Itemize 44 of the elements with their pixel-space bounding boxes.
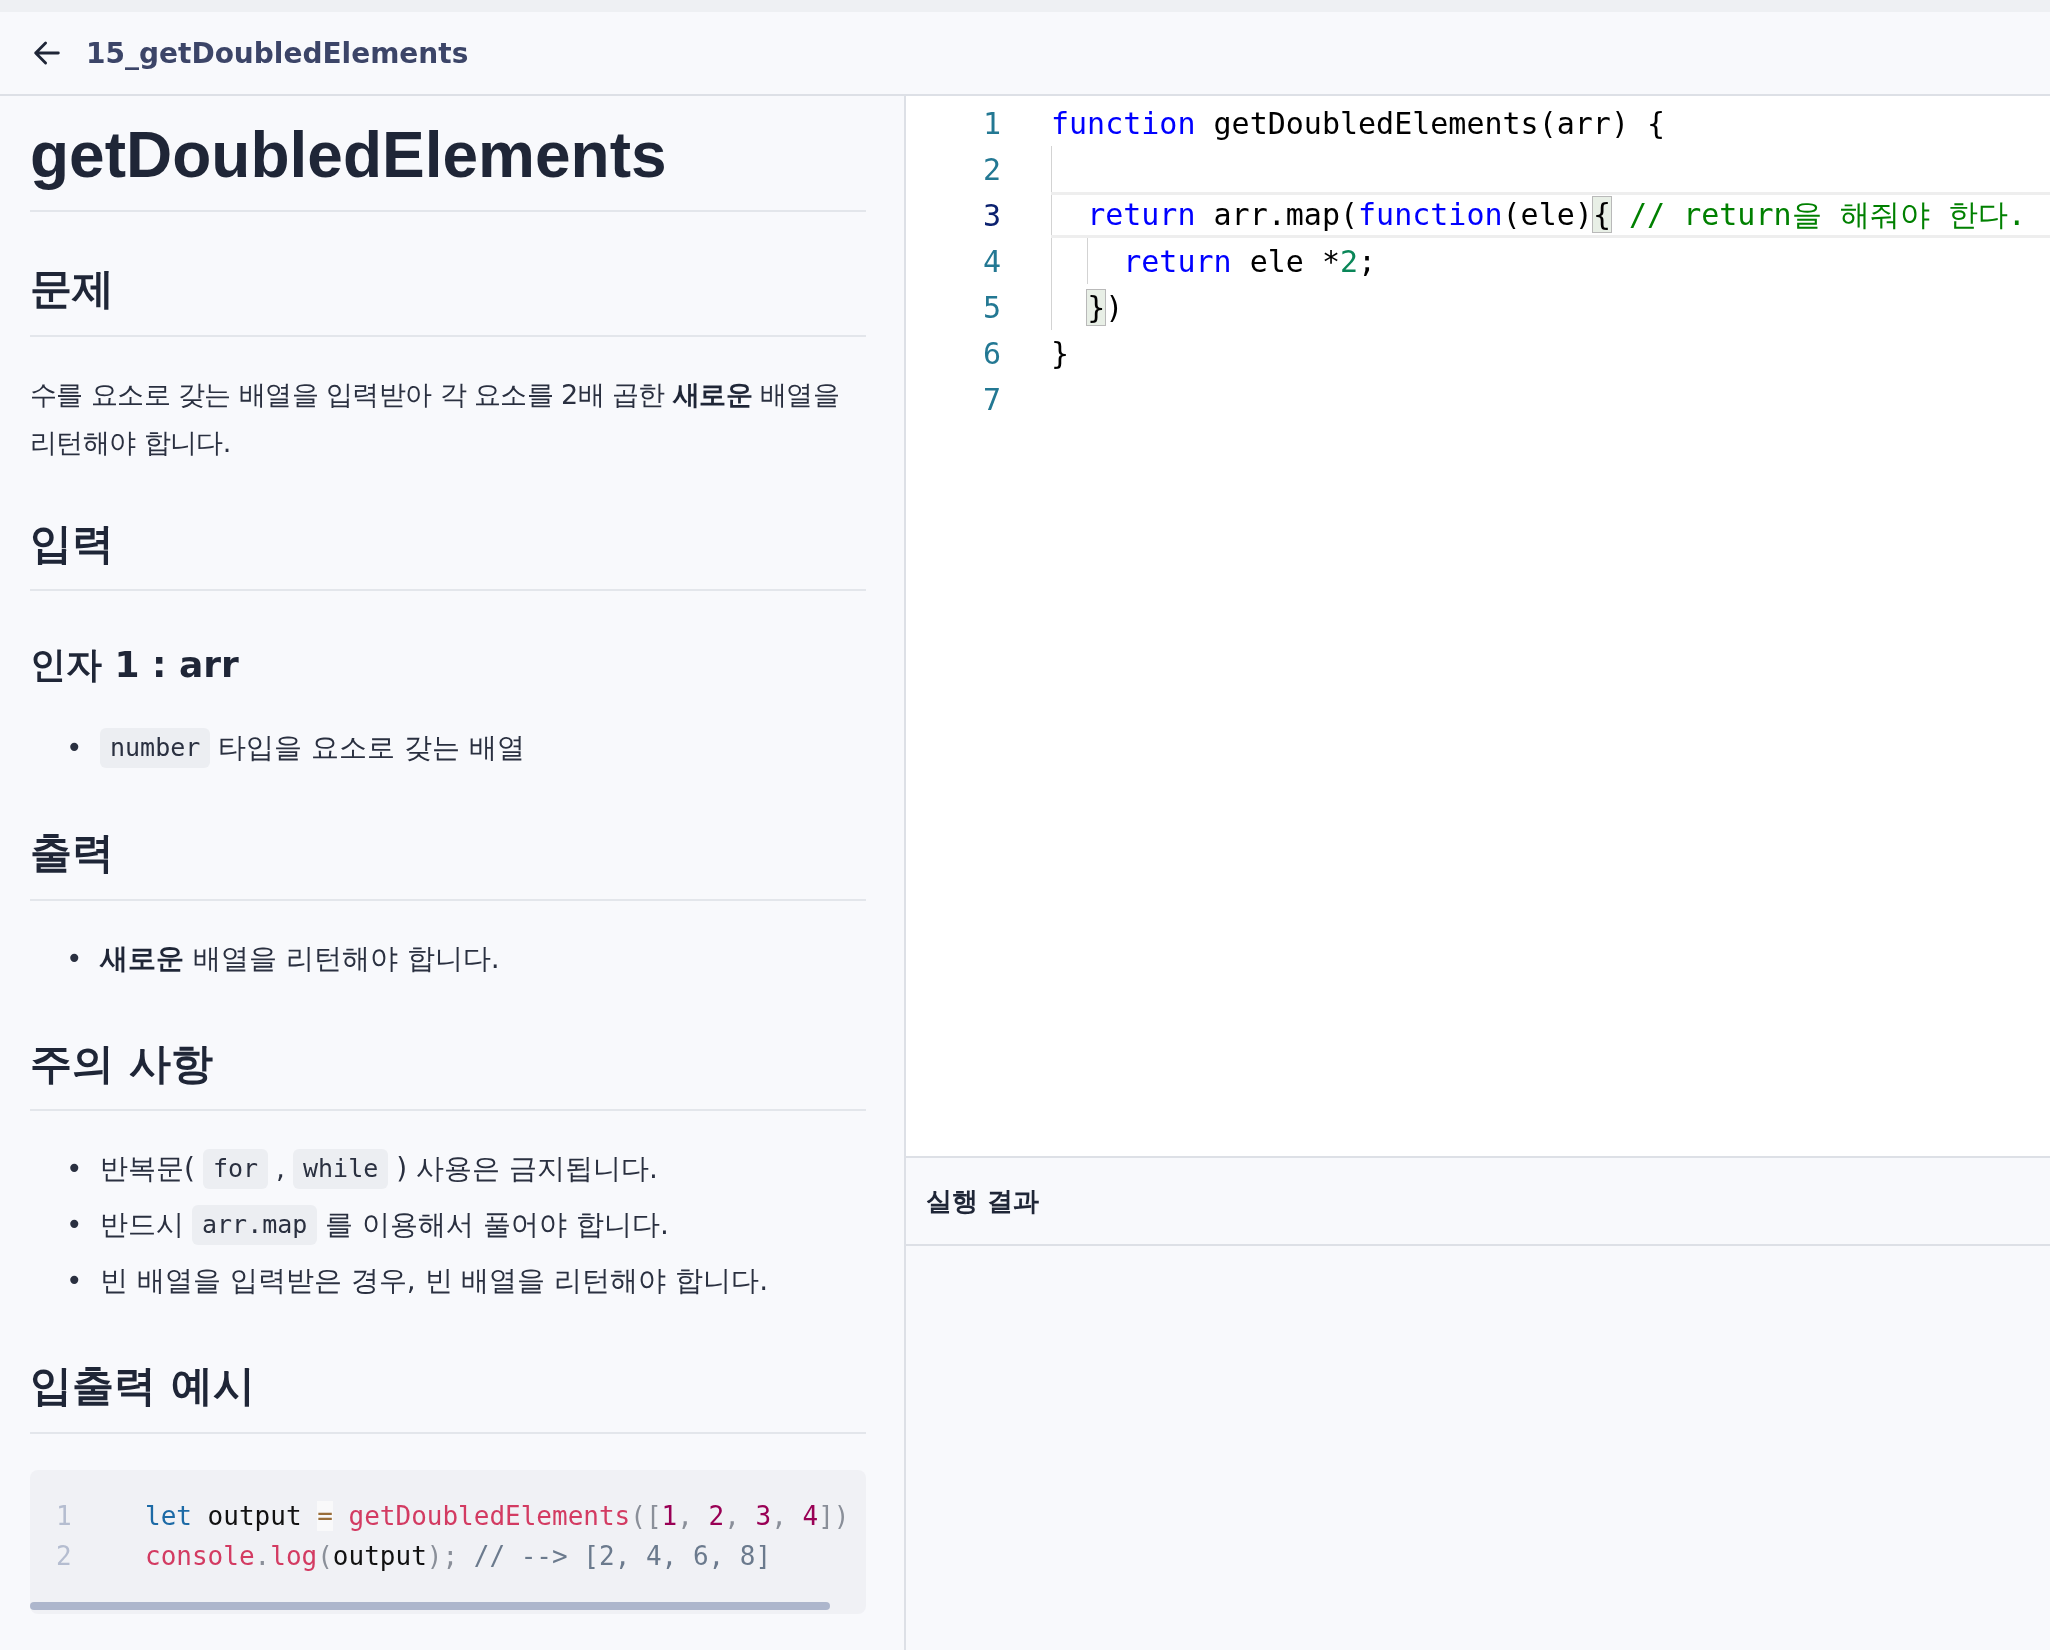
section-heading: 입력 xyxy=(30,516,866,592)
bullet: • xyxy=(66,1263,84,1300)
line-number: 1 xyxy=(981,105,1001,141)
line-number: 3 xyxy=(981,197,1001,233)
code-line: let output = getDoubledElements([1, 2, 3, 4]) xyxy=(145,1499,850,1533)
list-text: , xyxy=(276,1151,285,1188)
scrollbar[interactable] xyxy=(30,1601,830,1610)
page-title: 15_getDoubledElements xyxy=(86,36,469,70)
code-line: return arr.map(function(ele){ // return을 해줘야 한다. xyxy=(1086,195,2026,234)
inline-code: number xyxy=(100,728,211,769)
bullet: • xyxy=(66,1151,84,1188)
line-number: 1 xyxy=(55,1499,73,1533)
line-number: 4 xyxy=(981,243,1001,279)
result-heading: 실행 결과 xyxy=(926,1184,1040,1218)
section-heading: 출력 xyxy=(30,826,866,901)
list-text: 를 이용해서 풀어야 합니다. xyxy=(325,1207,669,1244)
bullet: • xyxy=(66,730,84,767)
list-text: ) 사용은 금지됩니다. xyxy=(396,1151,658,1188)
section-heading: 문제 xyxy=(30,262,866,337)
line-number: 2 xyxy=(981,151,1001,187)
list-text: 반복문( xyxy=(100,1151,195,1188)
code-editor[interactable]: 1 function getDoubledElements(arr) { 2 3 return arr.map(function(ele){ // return을 해줘야 한다. 4 return ele *2; 5 }) 6 } 7 xyxy=(906,96,2050,1158)
code-line: console.log(output); // --> [2, 4, 6, 8] xyxy=(145,1539,772,1573)
code-line: function getDoubledElements(arr) { xyxy=(1051,105,1666,141)
problem-title: getDoubledElements xyxy=(30,118,866,212)
line-number: 5 xyxy=(981,289,1001,325)
list-text: 새로운 배열을 리턴해야 합니다. xyxy=(100,940,500,977)
line-number: 2 xyxy=(55,1539,73,1573)
code-line: return ele *2; xyxy=(1122,243,1377,279)
section-heading: 주의 사항 xyxy=(30,1036,866,1112)
argument-heading: 인자 1 : arr xyxy=(30,643,240,688)
line-number: 6 xyxy=(981,335,1001,371)
list-text: 빈 배열을 입력받은 경우, 빈 배열을 리턴해야 합니다. xyxy=(100,1263,769,1300)
bullet: • xyxy=(66,1207,84,1244)
bullet: • xyxy=(66,940,84,977)
list-text: 반드시 xyxy=(100,1207,184,1244)
code-line: } xyxy=(1051,335,1070,371)
problem-description: 수를 요소로 갖는 배열을 입력받아 각 요소를 2배 곱한 새로운 배열을 리턴해야 합니다. xyxy=(30,377,841,460)
inline-code: for xyxy=(202,1149,269,1190)
inline-code: arr.map xyxy=(192,1205,318,1246)
inline-code: while xyxy=(293,1149,389,1190)
section-heading: 입출력 예시 xyxy=(30,1359,866,1434)
line-number: 7 xyxy=(981,381,1001,417)
list-text: 타입을 요소로 갖는 배열 xyxy=(218,730,525,767)
